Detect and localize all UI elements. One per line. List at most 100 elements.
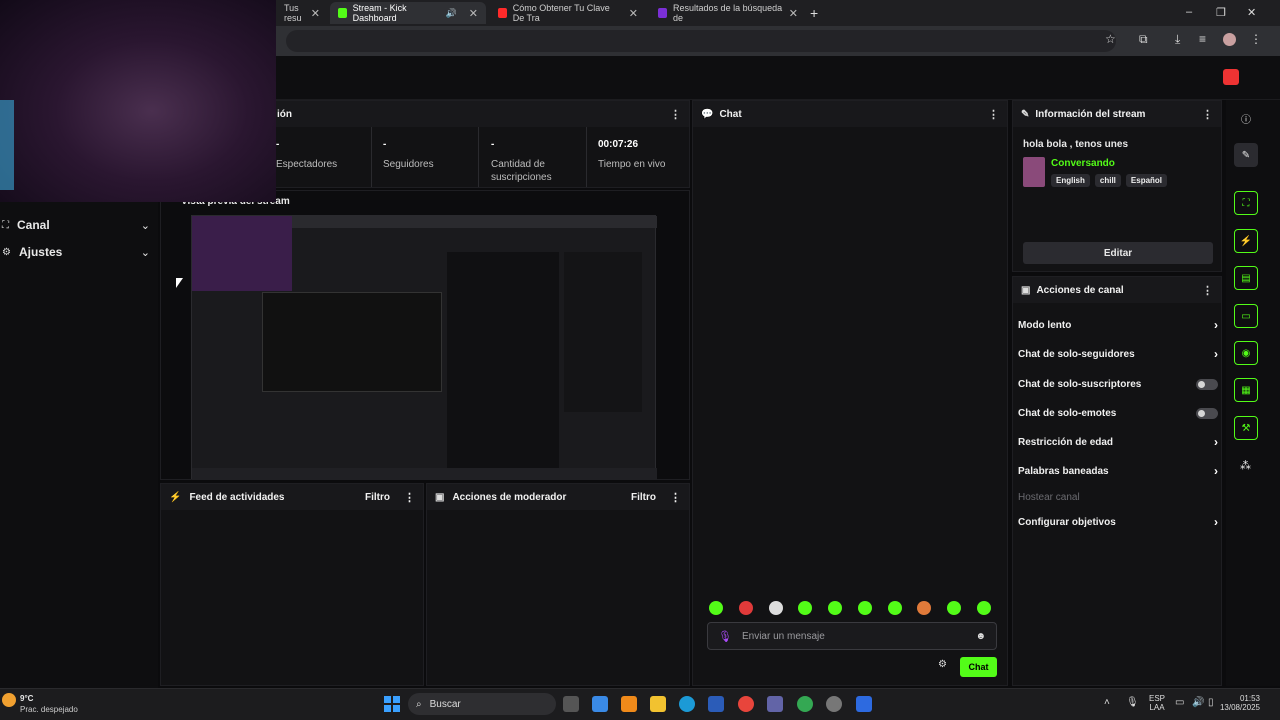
close-icon[interactable]: ✕ bbox=[311, 7, 320, 20]
microphone-tray-icon[interactable]: 🎙 bbox=[1126, 697, 1139, 708]
microphone-icon[interactable]: 🎙 bbox=[718, 630, 732, 643]
action-age-restriction[interactable]: Restricción de edad › bbox=[1018, 434, 1218, 450]
url-input[interactable] bbox=[286, 30, 1116, 52]
volume-icon[interactable]: 🔊 bbox=[1192, 697, 1204, 708]
close-icon[interactable]: ✕ bbox=[789, 7, 798, 20]
pencil-icon[interactable]: ✎ bbox=[1234, 143, 1258, 167]
emote-icon[interactable] bbox=[768, 601, 783, 615]
minimize-button[interactable]: – bbox=[1186, 6, 1192, 18]
file-explorer-icon[interactable] bbox=[650, 696, 666, 712]
edge-icon[interactable] bbox=[679, 696, 695, 712]
filter-button[interactable]: Filtro bbox=[365, 492, 390, 503]
network-icon[interactable]: ▭ bbox=[1175, 697, 1184, 708]
info-icon[interactable]: ⓘ bbox=[1241, 111, 1251, 126]
chat-icon[interactable]: ▭ bbox=[1234, 304, 1258, 328]
edit-button[interactable]: Editar bbox=[1023, 242, 1213, 264]
teams-icon[interactable] bbox=[767, 696, 783, 712]
chrome-icon[interactable] bbox=[738, 696, 754, 712]
kick-icon bbox=[338, 8, 347, 18]
weather-temp[interactable]: 9°C bbox=[20, 694, 33, 703]
weather-desc[interactable]: Prac. despejado bbox=[20, 705, 78, 714]
document-icon[interactable]: ▤ bbox=[1234, 266, 1258, 290]
chevron-right-icon: › bbox=[1214, 435, 1218, 449]
chrome-active-icon[interactable] bbox=[797, 696, 813, 712]
chevron-up-icon[interactable]: ˄ bbox=[1104, 697, 1110, 708]
emote-icon[interactable] bbox=[917, 601, 932, 615]
tab-yahoo-results[interactable]: Resultados de la búsqueda de ✕ bbox=[650, 2, 806, 24]
copilot-icon[interactable] bbox=[592, 696, 608, 712]
category-label[interactable]: Conversando bbox=[1051, 158, 1115, 169]
broadcast-icon[interactable]: ◉ bbox=[1234, 341, 1258, 365]
subscribers-only-toggle[interactable] bbox=[1196, 378, 1218, 390]
tab-kick-dashboard[interactable]: Stream - Kick Dashboard 🔊 ✕ bbox=[330, 2, 486, 24]
battery-icon[interactable]: ▯ bbox=[1208, 697, 1214, 708]
taskbar-search[interactable]: ⌕ Buscar bbox=[408, 693, 556, 715]
chat-input[interactable]: 🎙 Enviar un mensaje ☻ bbox=[707, 622, 997, 650]
action-configure-goals[interactable]: Configurar objetivos › bbox=[1018, 514, 1218, 530]
layout-icon[interactable]: ▦ bbox=[1234, 378, 1258, 402]
channel-icon: ⛶ bbox=[2, 219, 9, 231]
media-icon[interactable]: ≡ bbox=[1199, 32, 1206, 46]
maximize-button[interactable]: ❐ bbox=[1216, 6, 1226, 19]
app-icon[interactable] bbox=[856, 696, 872, 712]
tag: Español bbox=[1125, 174, 1168, 187]
task-view-icon[interactable] bbox=[563, 696, 579, 712]
close-window-button[interactable]: ✕ bbox=[1247, 6, 1256, 19]
emoji-icon[interactable]: ☻ bbox=[975, 631, 986, 642]
more-icon[interactable]: ⋮ bbox=[1202, 284, 1213, 297]
more-icon[interactable]: ⋮ bbox=[1202, 108, 1213, 121]
extensions-icon[interactable]: ⧉ bbox=[1139, 32, 1148, 47]
close-icon[interactable]: ✕ bbox=[469, 7, 478, 20]
emote-icon[interactable] bbox=[798, 601, 813, 615]
language-indicator[interactable]: ESP LAA bbox=[1149, 694, 1165, 712]
close-icon[interactable]: ✕ bbox=[629, 7, 638, 20]
sidebar-item-ajustes[interactable]: ⚙ Ajustes ⌄ bbox=[0, 244, 150, 260]
vlc-icon[interactable] bbox=[621, 696, 637, 712]
action-banned-words[interactable]: Palabras baneadas › bbox=[1018, 463, 1218, 479]
shield-icon: ▣ bbox=[435, 491, 445, 503]
emote-icon[interactable] bbox=[709, 601, 723, 615]
new-tab-button[interactable]: + bbox=[810, 5, 818, 21]
windows-start-icon[interactable] bbox=[384, 696, 400, 712]
more-icon[interactable]: ⋮ bbox=[670, 491, 681, 504]
tag-list: English chill Español bbox=[1051, 174, 1168, 187]
emote-icon[interactable] bbox=[976, 601, 991, 615]
sidebar-item-canal[interactable]: ⛶ Canal ⌄ bbox=[0, 217, 150, 233]
send-chat-button[interactable]: Chat bbox=[960, 657, 997, 677]
download-icon[interactable]: ⤓ bbox=[1175, 32, 1180, 47]
star-icon[interactable]: ☆ bbox=[1105, 32, 1116, 46]
stat-value: - bbox=[276, 139, 280, 150]
emote-icon[interactable] bbox=[947, 601, 962, 615]
speaker-icon[interactable]: 🔊 bbox=[446, 8, 457, 19]
tab-search-results[interactable]: Tus resu ✕ bbox=[276, 2, 328, 24]
integrations-icon[interactable]: ⁂ bbox=[1240, 459, 1251, 472]
action-slow-mode[interactable]: Modo lento › bbox=[1018, 317, 1218, 333]
emote-icon[interactable] bbox=[828, 601, 843, 615]
user-avatar[interactable] bbox=[1223, 69, 1239, 85]
emote-icon[interactable] bbox=[738, 601, 753, 615]
divider bbox=[371, 127, 372, 187]
settings-gear-icon[interactable]: ⚙ bbox=[938, 659, 947, 670]
action-followers-only[interactable]: Chat de solo-seguidores › bbox=[1018, 346, 1218, 362]
filter-button[interactable]: Filtro bbox=[631, 492, 656, 503]
stream-preview-video[interactable] bbox=[191, 215, 657, 480]
menu-icon[interactable]: ⋮ bbox=[1250, 32, 1262, 46]
bolt-icon[interactable]: ⚡ bbox=[1234, 229, 1258, 253]
more-icon[interactable]: ⋮ bbox=[988, 108, 999, 121]
more-icon[interactable]: ⋮ bbox=[670, 108, 681, 121]
tab-youtube[interactable]: Cómo Obtener Tu Clave De Tra ✕ bbox=[490, 2, 646, 24]
channel-actions-panel: ▣ Acciones de canal ⋮ bbox=[1012, 276, 1222, 686]
wrench-icon[interactable]: ⚒ bbox=[1234, 416, 1258, 440]
obs-icon[interactable] bbox=[826, 696, 842, 712]
action-label: Restricción de edad bbox=[1018, 436, 1114, 448]
clock[interactable]: 01:53 13/08/2025 bbox=[1214, 694, 1260, 712]
emotes-only-toggle[interactable] bbox=[1196, 407, 1218, 419]
bolt-icon: ⚡ bbox=[169, 491, 182, 503]
tab-label: Tus resu bbox=[284, 3, 302, 23]
profile-avatar[interactable] bbox=[1223, 33, 1236, 46]
expand-icon[interactable]: ⛶ bbox=[1234, 191, 1258, 215]
word-icon[interactable] bbox=[708, 696, 724, 712]
emote-icon[interactable] bbox=[857, 601, 872, 615]
emote-icon[interactable] bbox=[887, 601, 902, 615]
more-icon[interactable]: ⋮ bbox=[404, 491, 415, 504]
